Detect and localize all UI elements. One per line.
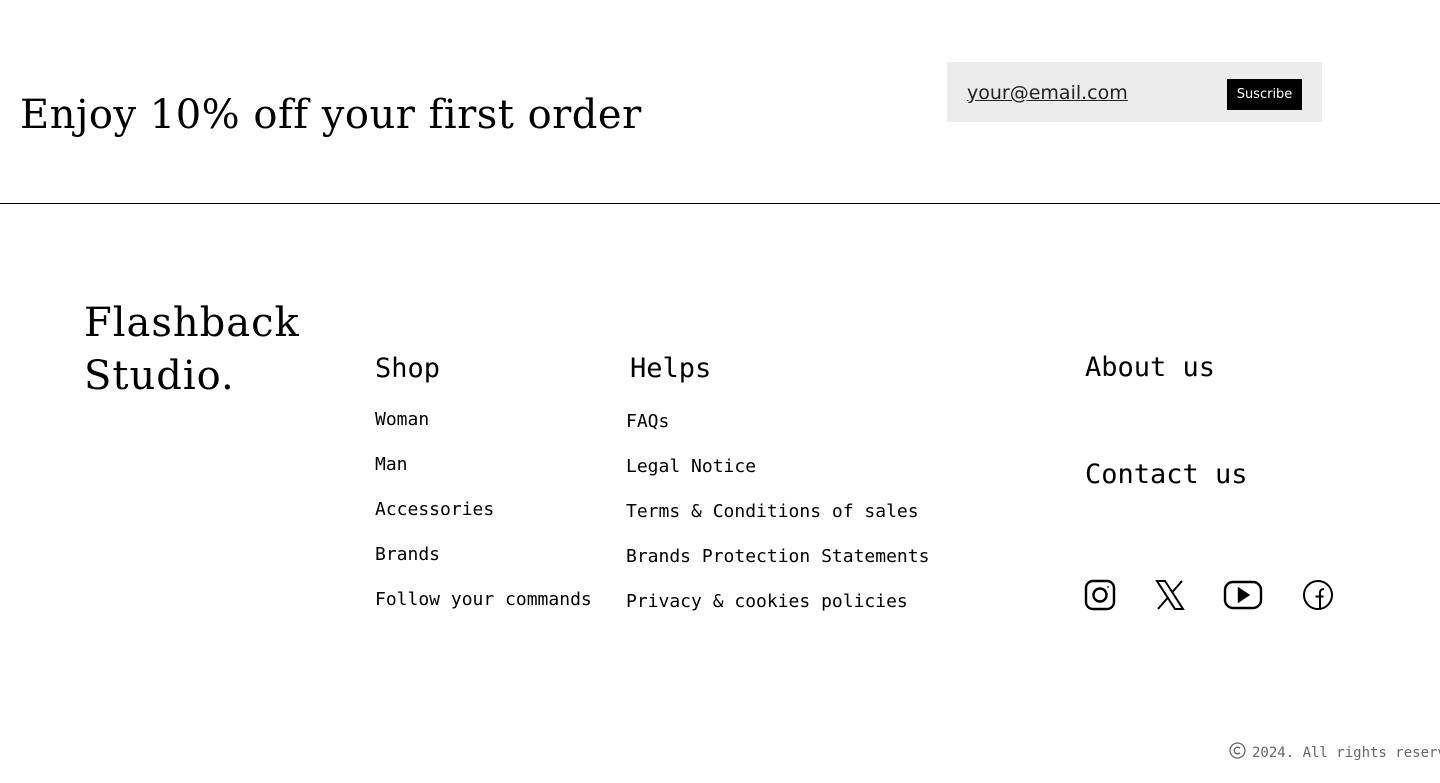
shop-link-accessories[interactable]: Accessories <box>375 499 592 544</box>
helps-link-legal-notice[interactable]: Legal Notice <box>626 456 929 501</box>
facebook-icon[interactable] <box>1302 578 1334 612</box>
instagram-icon[interactable] <box>1084 578 1116 612</box>
shop-heading: Shop <box>375 353 441 384</box>
shop-link-man[interactable]: Man <box>375 454 592 499</box>
x-icon[interactable] <box>1155 578 1185 612</box>
helps-link-faqs[interactable]: FAQs <box>626 411 929 456</box>
brand-line-2: Studio. <box>84 353 235 399</box>
shop-link-brands[interactable]: Brands <box>375 544 592 589</box>
helps-link-privacy-cookies[interactable]: Privacy & cookies policies <box>626 591 929 636</box>
newsletter-form: Suscribe <box>947 62 1322 122</box>
shop-column: Shop Woman Man Accessories Brands Follow… <box>375 353 592 634</box>
brand-logo[interactable]: Flashback Studio. <box>84 297 300 403</box>
contact-us-link[interactable]: Contact us <box>1085 459 1248 491</box>
section-divider <box>0 203 1440 204</box>
youtube-icon[interactable] <box>1223 578 1263 612</box>
brand-line-1: Flashback <box>84 300 300 346</box>
copyright-icon <box>1229 742 1246 763</box>
promo-title: Enjoy 10% off your first order <box>20 91 642 138</box>
helps-link-terms[interactable]: Terms & Conditions of sales <box>626 501 929 546</box>
shop-link-woman[interactable]: Woman <box>375 409 592 454</box>
about-us-link[interactable]: About us <box>1085 352 1215 384</box>
shop-link-follow-commands[interactable]: Follow your commands <box>375 589 592 634</box>
subscribe-button[interactable]: Suscribe <box>1227 79 1302 110</box>
copyright-notice: 2024. All rights reserved <box>1229 742 1440 763</box>
helps-column: Helps FAQs Legal Notice Terms & Conditio… <box>626 353 929 636</box>
copyright-text: 2024. All rights reserved <box>1252 744 1440 761</box>
helps-heading: Helps <box>630 353 712 384</box>
email-input[interactable] <box>965 80 1167 106</box>
helps-link-brands-protection[interactable]: Brands Protection Statements <box>626 546 929 591</box>
